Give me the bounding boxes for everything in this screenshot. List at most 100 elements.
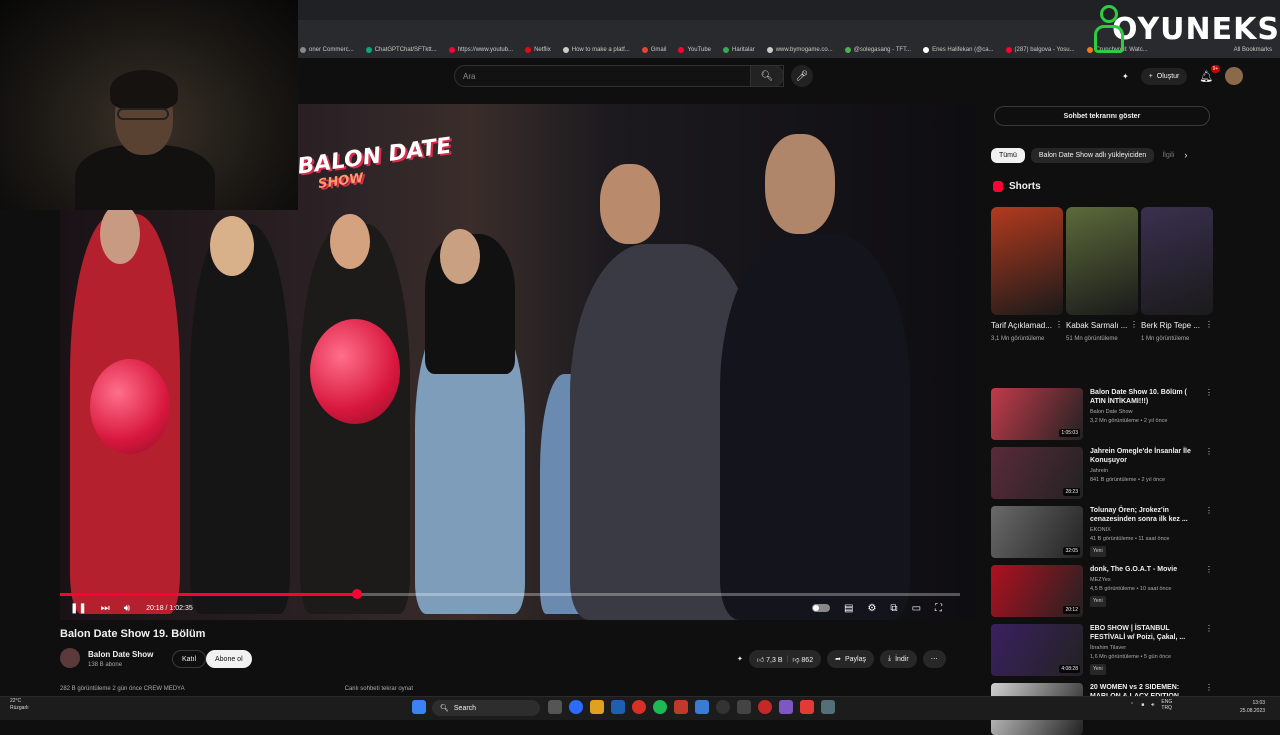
recommendation-item[interactable]: 20:12 donk, The G.O.A.T - Movie MEZYes 4,5 … xyxy=(991,565,1213,617)
recommendation-title[interactable]: Balon Date Show 10. Bölüm ( ATIN İNTİKAM… xyxy=(1090,388,1198,406)
short-item[interactable]: Berk Rip Tepe ... ⋮ 1 Mn görüntüleme xyxy=(1141,207,1213,344)
progress-scrubber[interactable] xyxy=(352,589,362,599)
video-thumbnail[interactable]: 32:05 xyxy=(991,506,1083,558)
app-icon[interactable] xyxy=(758,700,772,714)
like-button[interactable]: 👍︎ 7,3 B xyxy=(757,655,783,664)
kebab-icon[interactable]: ⋮ xyxy=(1130,320,1138,332)
subtitles-icon[interactable]: ▤ xyxy=(844,603,853,614)
short-title[interactable]: Kabak Sarmalı ... xyxy=(1066,320,1127,332)
volume-icon[interactable]: 🔊︎ xyxy=(1151,702,1154,708)
app-icon[interactable] xyxy=(716,700,730,714)
bookmark-item[interactable]: How to make a platf... xyxy=(562,47,630,53)
edge-icon[interactable] xyxy=(569,700,583,714)
bookmark-item[interactable]: (287) balgova - Yosu... xyxy=(1005,47,1075,53)
task-view-icon[interactable] xyxy=(548,700,562,714)
short-thumbnail[interactable] xyxy=(1066,207,1138,315)
short-item[interactable]: Kabak Sarmalı ... ⋮ 51 Mn görüntüleme xyxy=(1066,207,1138,344)
voice-search-button[interactable]: 🎤︎ xyxy=(791,65,813,87)
dislike-button[interactable]: 👎︎ 862 xyxy=(792,655,813,664)
recommendation-channel[interactable]: EKONIX xyxy=(1090,526,1198,535)
video-thumbnail[interactable]: 1:05:03 xyxy=(991,388,1083,440)
video-thumbnail[interactable]: 20:12 xyxy=(991,565,1083,617)
app-icon[interactable] xyxy=(674,700,688,714)
recommendation-title[interactable]: Jahrein Omegle'de İnsanlar İle Konuşuyor xyxy=(1090,447,1198,465)
notifications-button[interactable]: 🔔︎ 9+ xyxy=(1199,64,1221,83)
app-icon[interactable] xyxy=(821,700,835,714)
search-button[interactable]: 🔍︎ xyxy=(750,65,784,87)
theater-icon[interactable]: ▭ xyxy=(912,603,921,614)
join-button[interactable]: Katıl xyxy=(172,650,207,668)
short-title[interactable]: Berk Rip Tepe ... xyxy=(1141,320,1200,332)
chat-replay-button[interactable]: Sohbet tekrarını göster xyxy=(994,106,1210,126)
description-meta[interactable]: 282 B görüntüleme 2 gün önce CREW MEDYA xyxy=(60,686,185,696)
chrome-icon[interactable] xyxy=(632,700,646,714)
channel-avatar[interactable] xyxy=(60,648,80,668)
create-button[interactable]: + Oluştur xyxy=(1140,67,1188,85)
bookmark-item[interactable]: @solegasang - TFT... xyxy=(844,47,911,53)
recommendation-title[interactable]: donk, The G.O.A.T - Movie xyxy=(1090,565,1198,574)
short-item[interactable]: Tarif Açıklamad... ⋮ 3,1 Mn görüntüleme xyxy=(991,207,1063,344)
recommendation-item[interactable]: 1:05:03 Balon Date Show 10. Bölüm ( ATIN … xyxy=(991,388,1213,440)
bookmark-item[interactable]: www.bymogame.co... xyxy=(766,47,833,53)
video-thumbnail[interactable]: 4:08:28 xyxy=(991,624,1083,676)
channel-name[interactable]: Balon Date Show xyxy=(88,650,153,659)
bookmark-item[interactable]: https://www.youtub... xyxy=(448,47,513,53)
spotify-icon[interactable] xyxy=(653,700,667,714)
app-icon[interactable] xyxy=(695,700,709,714)
kebab-icon[interactable]: ⋮ xyxy=(1055,320,1063,332)
kebab-icon[interactable]: ⋮ xyxy=(1205,565,1213,617)
chip-uploader[interactable]: Balon Date Show adlı yükleyiciden xyxy=(1030,147,1155,163)
kebab-icon[interactable]: ⋮ xyxy=(1205,447,1213,499)
bookmark-item[interactable]: YouTube xyxy=(678,47,711,53)
chat-replay-label[interactable]: Canlı sohbeti tekrar oynat xyxy=(345,686,413,696)
subscribe-button[interactable]: Abone ol xyxy=(206,650,252,668)
language-indicator[interactable]: ENG TRQ xyxy=(1161,699,1172,711)
share-button[interactable]: ➦ Paylaş xyxy=(827,650,874,668)
more-button[interactable]: ⋯ xyxy=(922,650,946,668)
chip-all[interactable]: Tümü xyxy=(991,147,1025,163)
bookmark-item[interactable]: Netflix xyxy=(525,47,551,53)
app-icon[interactable] xyxy=(737,700,751,714)
video-thumbnail[interactable]: 28:23 xyxy=(991,447,1083,499)
recommendation-channel[interactable]: MEZYes xyxy=(1090,576,1198,585)
next-icon[interactable]: ⏭︎ xyxy=(101,603,110,614)
taskbar-search[interactable]: 🔍︎ Search xyxy=(432,700,540,716)
network-icon[interactable]: ■ xyxy=(1141,702,1144,708)
outlook-icon[interactable] xyxy=(611,700,625,714)
recommendation-title[interactable]: Tolunay Ören; Jrokez'in cenazesinden son… xyxy=(1090,506,1198,524)
chip-related[interactable]: İlgili xyxy=(1160,148,1176,163)
short-title[interactable]: Tarif Açıklamad... xyxy=(991,320,1052,332)
bookmark-item[interactable]: Enes Halifekan (@ca... xyxy=(923,47,994,53)
recommendation-channel[interactable]: İbrahim Tilaver xyxy=(1090,644,1198,653)
recommendation-item[interactable]: 32:05 Tolunay Ören; Jrokez'in cenazesinde… xyxy=(991,506,1213,558)
recommendation-title[interactable]: EBO SHOW | İSTANBUL FESTİVALİ w/ Poizi, … xyxy=(1090,624,1198,642)
fullscreen-icon[interactable]: ⛶ xyxy=(935,603,942,614)
cast-icon[interactable]: ✦ xyxy=(1122,72,1129,81)
kebab-icon[interactable]: ⋮ xyxy=(1205,506,1213,558)
weather-widget[interactable]: 22°C Rüzgarlı xyxy=(10,698,29,712)
download-button[interactable]: ⤓ İndir xyxy=(879,650,917,668)
recommendation-item[interactable]: 28:23 Jahrein Omegle'de İnsanlar İle Konu… xyxy=(991,447,1213,499)
short-thumbnail[interactable] xyxy=(991,207,1063,315)
app-icon[interactable] xyxy=(800,700,814,714)
chevron-up-icon[interactable]: ⌃ xyxy=(1130,702,1134,708)
autoplay-toggle[interactable] xyxy=(812,604,830,612)
miniplayer-icon[interactable]: ⧉ xyxy=(890,603,897,614)
settings-icon[interactable]: ⚙︎ xyxy=(867,603,876,614)
kebab-icon[interactable]: ⋮ xyxy=(1205,624,1213,676)
search-input[interactable]: Ara xyxy=(454,65,784,87)
app-icon[interactable] xyxy=(779,700,793,714)
kebab-icon[interactable]: ⋮ xyxy=(1205,388,1213,440)
recommendation-channel[interactable]: Jahrein xyxy=(1090,467,1198,476)
bookmark-item[interactable]: Haritalar xyxy=(723,47,755,53)
bookmark-item[interactable]: oner Commerc... xyxy=(300,47,354,53)
file-explorer-icon[interactable] xyxy=(590,700,604,714)
recommendation-item[interactable]: 4:08:28 EBO SHOW | İSTANBUL FESTİVALİ w/ … xyxy=(991,624,1213,676)
chevron-right-icon[interactable]: › xyxy=(1184,150,1187,160)
taskbar-clock[interactable]: 13:03 25.08.2023 xyxy=(1240,699,1265,715)
pause-icon[interactable]: ❚❚ xyxy=(70,603,87,614)
short-thumbnail[interactable] xyxy=(1141,207,1213,315)
kebab-icon[interactable]: ⋮ xyxy=(1205,320,1213,332)
account-avatar[interactable] xyxy=(1225,67,1244,85)
bookmark-item[interactable]: Gmail xyxy=(641,47,666,53)
